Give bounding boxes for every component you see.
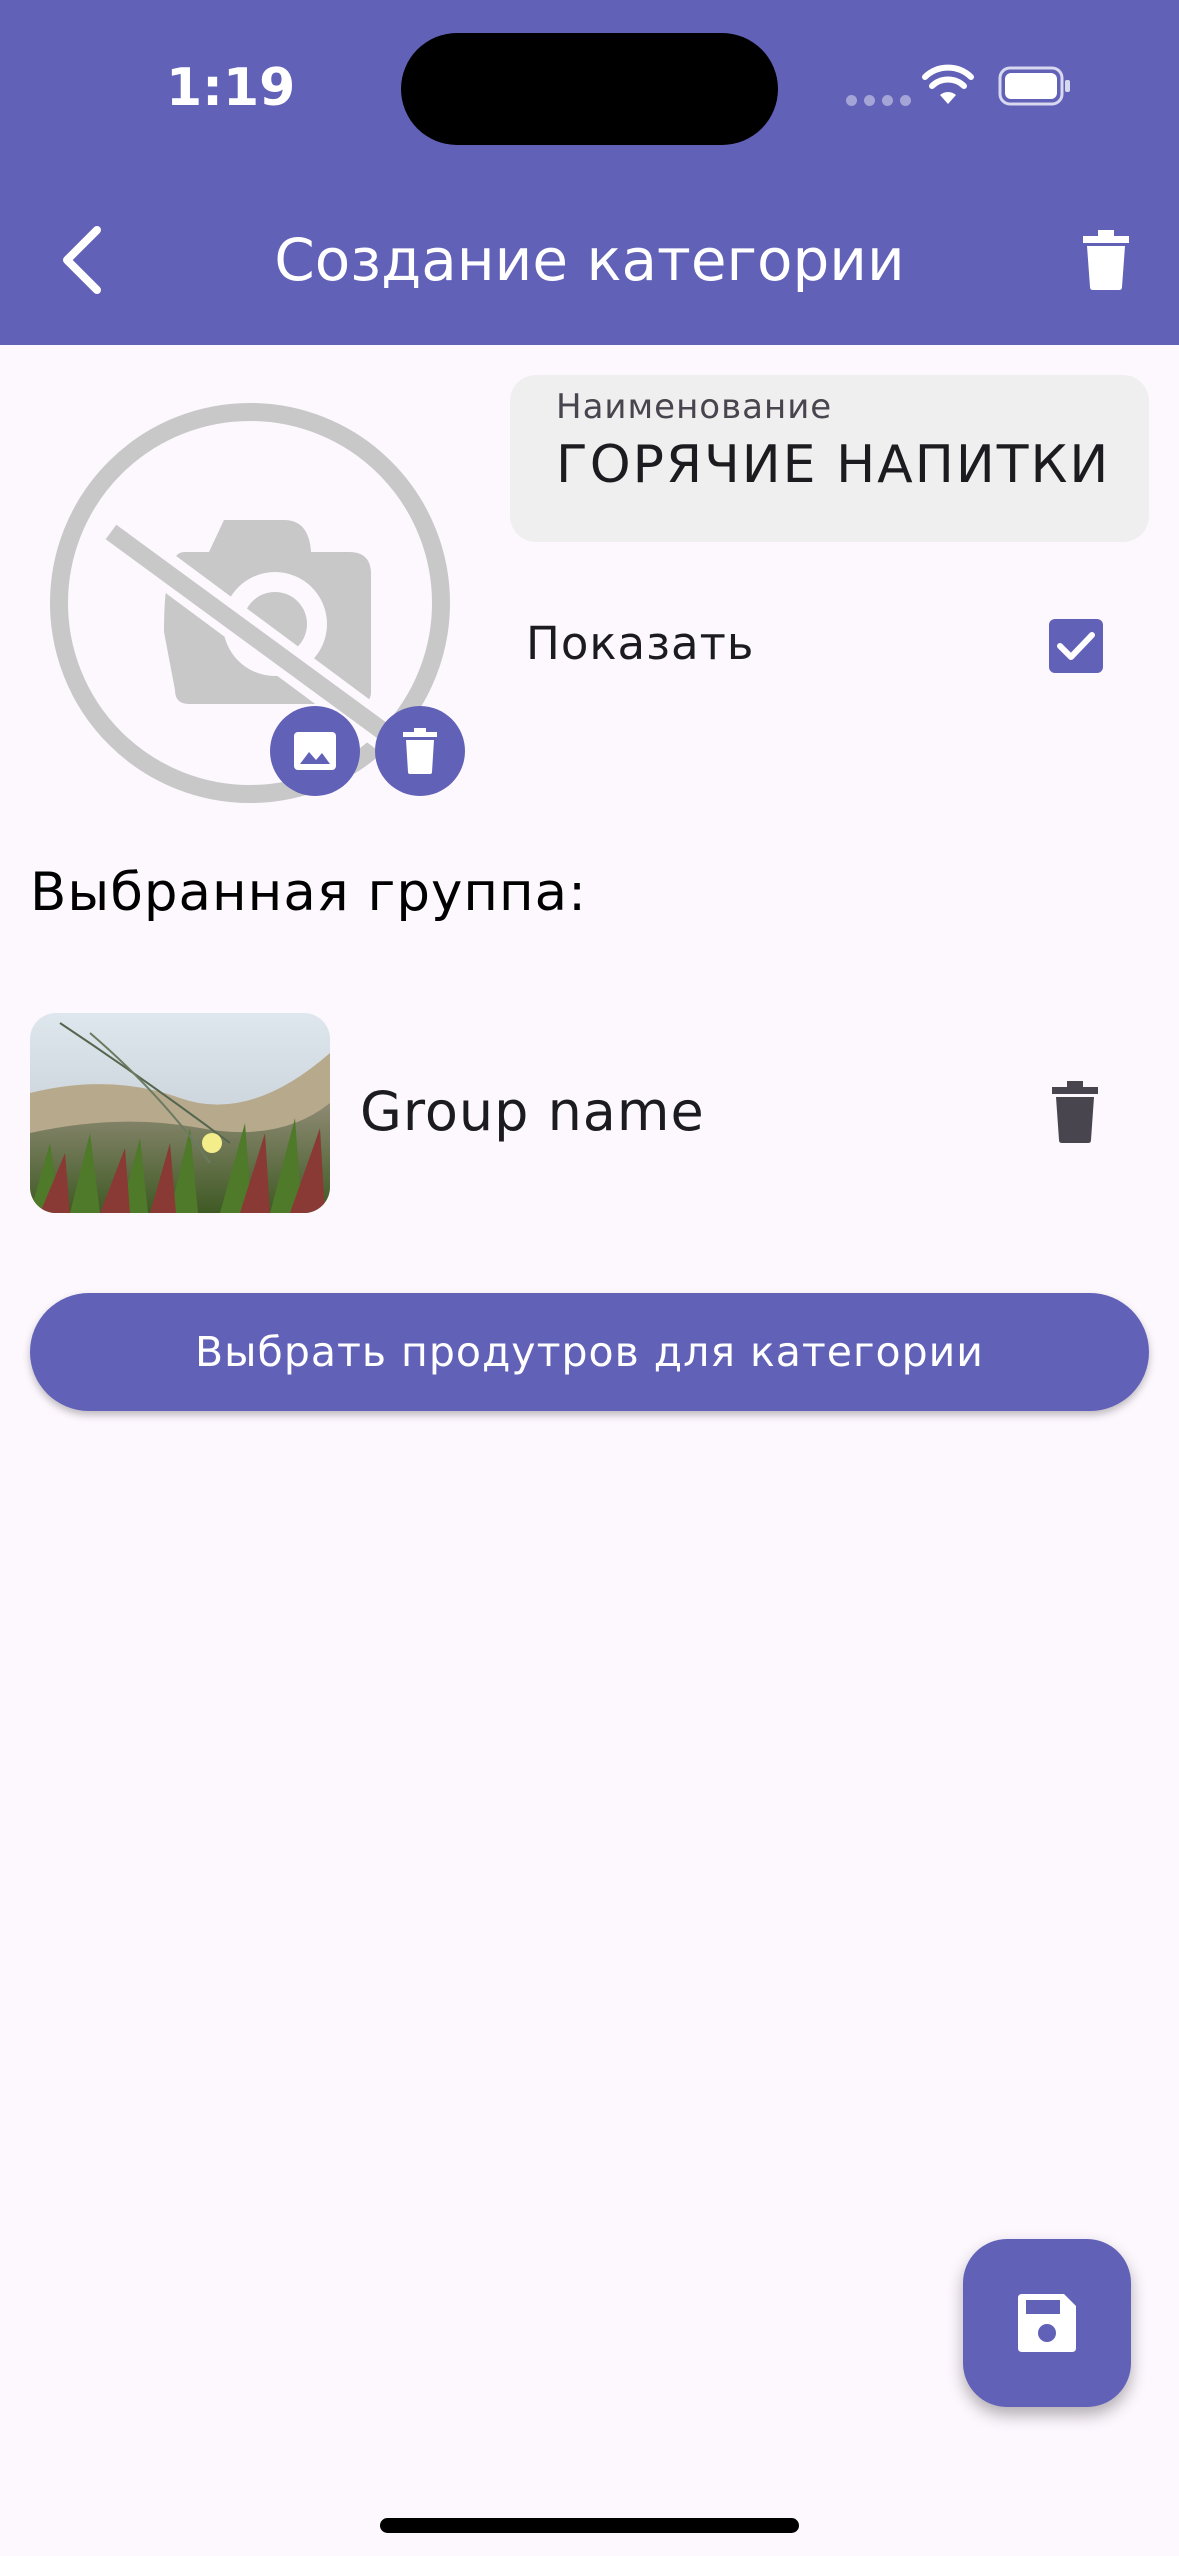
floppy-disk-icon: [1018, 2294, 1076, 2352]
group-name: Group name: [360, 1080, 705, 1143]
trash-icon[interactable]: [1052, 1081, 1098, 1143]
pick-image-button[interactable]: [270, 706, 360, 796]
select-products-button[interactable]: Выбрать продутров для категории: [30, 1293, 1149, 1411]
group-thumbnail: [30, 1013, 330, 1213]
dynamic-island: [401, 33, 778, 145]
name-field-value[interactable]: ГОРЯЧИЕ НАПИТКИ: [556, 435, 1110, 495]
name-field-label: Наименование: [556, 387, 833, 427]
selected-group-heading: Выбранная группа:: [30, 862, 588, 923]
wifi-icon: [922, 64, 974, 104]
page-title: Создание категории: [274, 226, 905, 294]
cellular-signal-icon: [846, 95, 911, 106]
home-indicator: [380, 2518, 799, 2533]
back-arrow-icon[interactable]: [55, 222, 111, 298]
name-field[interactable]: Наименование ГОРЯЧИЕ НАПИТКИ: [510, 375, 1149, 542]
checkmark-icon: [1057, 632, 1095, 660]
status-time: 1:19: [166, 58, 296, 118]
battery-icon: [998, 66, 1070, 106]
delete-image-button[interactable]: [375, 706, 465, 796]
show-label: Показать: [526, 617, 755, 670]
show-checkbox[interactable]: [1049, 619, 1103, 673]
trash-icon: [403, 728, 437, 774]
image-icon: [294, 732, 336, 770]
select-products-label: Выбрать продутров для категории: [195, 1328, 984, 1376]
trash-icon[interactable]: [1083, 230, 1129, 290]
save-button[interactable]: [963, 2239, 1131, 2407]
